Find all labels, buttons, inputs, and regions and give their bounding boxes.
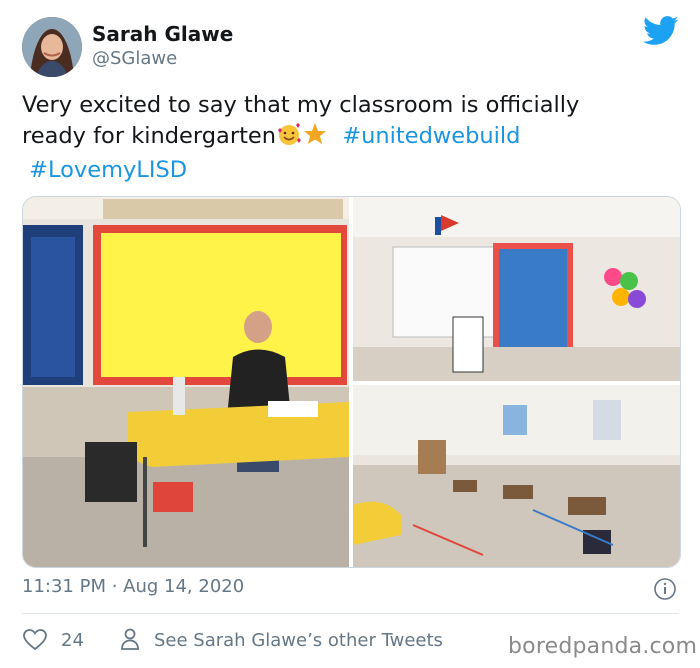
- heart-icon[interactable]: [23, 629, 47, 651]
- smiling-face-hearts-icon: [276, 122, 302, 155]
- tweet-text-line1: Very excited to say that my classroom is…: [22, 92, 580, 118]
- tweet-card: Sarah Glawe @SGlawe Very excited to say …: [0, 0, 700, 668]
- author-handle[interactable]: @SGlawe: [92, 48, 177, 69]
- media-grid: [22, 196, 681, 568]
- watermark: boredpanda.com: [508, 634, 698, 659]
- hashtag-unitedwebuild[interactable]: #unitedwebuild: [342, 123, 520, 149]
- avatar[interactable]: [22, 17, 82, 77]
- tweet-text-line2: ready for kindergarten: [22, 123, 276, 149]
- divider: [22, 613, 679, 614]
- other-tweets-link[interactable]: See Sarah Glawe’s other Tweets: [154, 630, 443, 651]
- hashtag-lovemylisd[interactable]: #LovemyLISD: [29, 157, 187, 183]
- tweet-text: Very excited to say that my classroom is…: [22, 90, 672, 186]
- tweet-timestamp[interactable]: 11:31 PM · Aug 14, 2020: [22, 576, 244, 597]
- twitter-bird-icon[interactable]: [643, 16, 679, 46]
- classroom-photo-desks[interactable]: [353, 385, 680, 567]
- info-icon[interactable]: [653, 577, 677, 601]
- classroom-photo-whiteboard[interactable]: [353, 197, 680, 381]
- author-name[interactable]: Sarah Glawe: [92, 22, 233, 46]
- star-icon: [302, 122, 328, 155]
- classroom-photo-teacher[interactable]: [23, 197, 349, 567]
- like-count[interactable]: 24: [61, 630, 84, 651]
- person-icon: [120, 628, 140, 650]
